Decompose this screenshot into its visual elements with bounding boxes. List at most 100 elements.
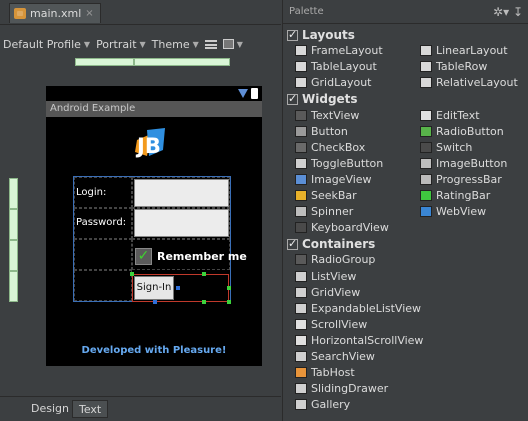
- palette-item-button[interactable]: Button: [295, 125, 348, 138]
- login-label: Login:: [76, 187, 107, 198]
- grid-view-icon: [295, 286, 307, 298]
- palette-item-radiobutton[interactable]: RadioButton: [420, 125, 504, 138]
- expandable-list-view-icon: [295, 302, 307, 314]
- palette-item-relativelayout[interactable]: RelativeLayout: [420, 76, 518, 89]
- resize-handle[interactable]: [227, 300, 231, 304]
- activity-dropdown[interactable]: ▼: [222, 39, 243, 49]
- palette-item-webview[interactable]: WebView: [420, 205, 486, 218]
- battery-icon: [251, 88, 258, 99]
- password-field[interactable]: [134, 209, 229, 237]
- palette-group-layouts[interactable]: Layouts: [287, 28, 355, 42]
- rating-bar-icon: [420, 190, 432, 201]
- palette-item-framelayout[interactable]: FrameLayout: [295, 44, 383, 57]
- switch-icon: [420, 141, 432, 153]
- palette-item-checkbox[interactable]: CheckBox: [295, 141, 365, 154]
- profile-label: Default Profile: [3, 37, 81, 51]
- tab-design[interactable]: Design: [25, 400, 75, 418]
- table-cell: [74, 239, 132, 270]
- palette-item-spinner[interactable]: Spinner: [295, 205, 353, 218]
- palette-item-label: KeyboardView: [311, 221, 389, 235]
- palette-item-keyboardview[interactable]: KeyboardView: [295, 221, 389, 234]
- palette-item-gridview[interactable]: GridView: [295, 286, 360, 299]
- login-field[interactable]: [134, 179, 229, 207]
- designer-panel: main.xml × Default Profile ▼ Portrait ▼ Th…: [0, 0, 281, 421]
- file-tab-main-xml[interactable]: main.xml ×: [9, 3, 101, 23]
- palette-item-label: Switch: [436, 140, 473, 154]
- palette-item-togglebutton[interactable]: ToggleButton: [295, 157, 383, 170]
- chevron-down-icon: ▼: [83, 39, 91, 49]
- list-view-icon: [295, 270, 307, 282]
- tab-text[interactable]: Text: [72, 400, 109, 418]
- palette-item-tablerow[interactable]: TableRow: [420, 60, 487, 73]
- theme-dropdown[interactable]: Theme ▼: [152, 38, 199, 51]
- palette-item-label: Button: [311, 124, 348, 138]
- palette-item-seekbar[interactable]: SeekBar: [295, 189, 357, 202]
- palette-item-imagebutton[interactable]: ImageButton: [420, 157, 507, 170]
- palette-title: Palette: [289, 6, 324, 17]
- remember-me-checkbox[interactable]: ✓: [135, 248, 152, 265]
- palette-item-progressbar[interactable]: ProgressBar: [420, 173, 502, 186]
- orientation-dropdown[interactable]: Portrait ▼: [96, 38, 146, 51]
- footer-text: Developed with Pleasure!: [81, 345, 227, 356]
- edit-text-icon: [420, 109, 432, 121]
- seek-bar-icon: [295, 190, 307, 201]
- palette-item-tabhost[interactable]: TabHost: [295, 366, 355, 379]
- palette-item-label: TabHost: [311, 366, 355, 380]
- palette-item-label: SeekBar: [311, 189, 357, 202]
- radio-button-icon: [420, 125, 432, 137]
- palette-item-label: Spinner: [311, 205, 354, 219]
- profile-dropdown[interactable]: Default Profile ▼: [3, 38, 90, 51]
- layout-guide-top-right: [134, 58, 230, 66]
- palette-group-label: Layouts: [302, 28, 355, 42]
- xml-file-icon: [14, 8, 26, 19]
- palette-item-label: TableRow: [436, 60, 488, 74]
- palette-item-label: LinearLayout: [436, 44, 508, 58]
- gear-icon[interactable]: ✲▾ ↧: [493, 5, 523, 19]
- resize-handle[interactable]: [130, 272, 134, 276]
- menu-button[interactable]: [204, 39, 217, 49]
- palette-item-listview[interactable]: ListView: [295, 270, 356, 283]
- sign-in-button[interactable]: Sign-In: [134, 276, 174, 300]
- palette-group-containers[interactable]: Containers: [287, 237, 375, 251]
- designer-toolbar: Default Profile ▼ Portrait ▼ Theme ▼ ▼: [0, 33, 281, 55]
- linear-layout-icon: [420, 45, 432, 57]
- status-bar: [46, 86, 262, 101]
- palette-item-ratingbar[interactable]: RatingBar: [420, 189, 490, 202]
- resize-handle[interactable]: [202, 300, 206, 304]
- checkbox-icon: [287, 28, 298, 41]
- palette-item-tablelayout[interactable]: TableLayout: [295, 60, 377, 73]
- palette-item-label: TableLayout: [311, 60, 377, 74]
- close-tab-icon[interactable]: ×: [85, 8, 93, 19]
- palette-item-label: TextView: [311, 108, 360, 122]
- chevron-down-icon: ▼: [192, 39, 199, 49]
- button-icon: [295, 125, 307, 137]
- palette-item-switch[interactable]: Switch: [420, 141, 472, 154]
- palette-item-gallery[interactable]: Gallery: [295, 398, 350, 411]
- table-row-icon: [420, 61, 432, 73]
- layout-guide-row: [9, 178, 18, 209]
- anchor-handle[interactable]: [176, 286, 180, 290]
- editor-tab-bar: main.xml ×: [0, 0, 281, 25]
- palette-item-edittext[interactable]: EditText: [420, 109, 480, 122]
- tab-host-icon: [295, 367, 307, 379]
- palette-item-horizontalscrollview[interactable]: HorizontalScrollView: [295, 334, 423, 347]
- palette-item-textview[interactable]: TextView: [295, 109, 359, 122]
- anchor-handle[interactable]: [153, 300, 157, 304]
- relative-layout-icon: [420, 77, 432, 89]
- palette-item-label: ImageButton: [436, 156, 508, 170]
- palette-item-imageview[interactable]: ImageView: [295, 173, 372, 186]
- palette-item-linearlayout[interactable]: LinearLayout: [420, 44, 508, 57]
- palette-item-radiogroup[interactable]: RadioGroup: [295, 253, 375, 266]
- palette-item-label: RadioButton: [436, 124, 504, 138]
- resize-handle[interactable]: [227, 286, 231, 290]
- palette-item-slidingdrawer[interactable]: SlidingDrawer: [295, 382, 388, 395]
- palette-item-scrollview[interactable]: ScrollView: [295, 318, 367, 331]
- scroll-view-icon: [295, 318, 307, 330]
- palette-group-widgets[interactable]: Widgets: [287, 92, 358, 106]
- menu-icon: [204, 39, 217, 49]
- palette-item-expandablelistview[interactable]: ExpandableListView: [295, 302, 421, 315]
- image-button-icon: [420, 157, 432, 169]
- palette-item-gridlayout[interactable]: GridLayout: [295, 76, 371, 89]
- resize-handle[interactable]: [202, 272, 206, 276]
- palette-item-searchview[interactable]: SearchView: [295, 350, 375, 363]
